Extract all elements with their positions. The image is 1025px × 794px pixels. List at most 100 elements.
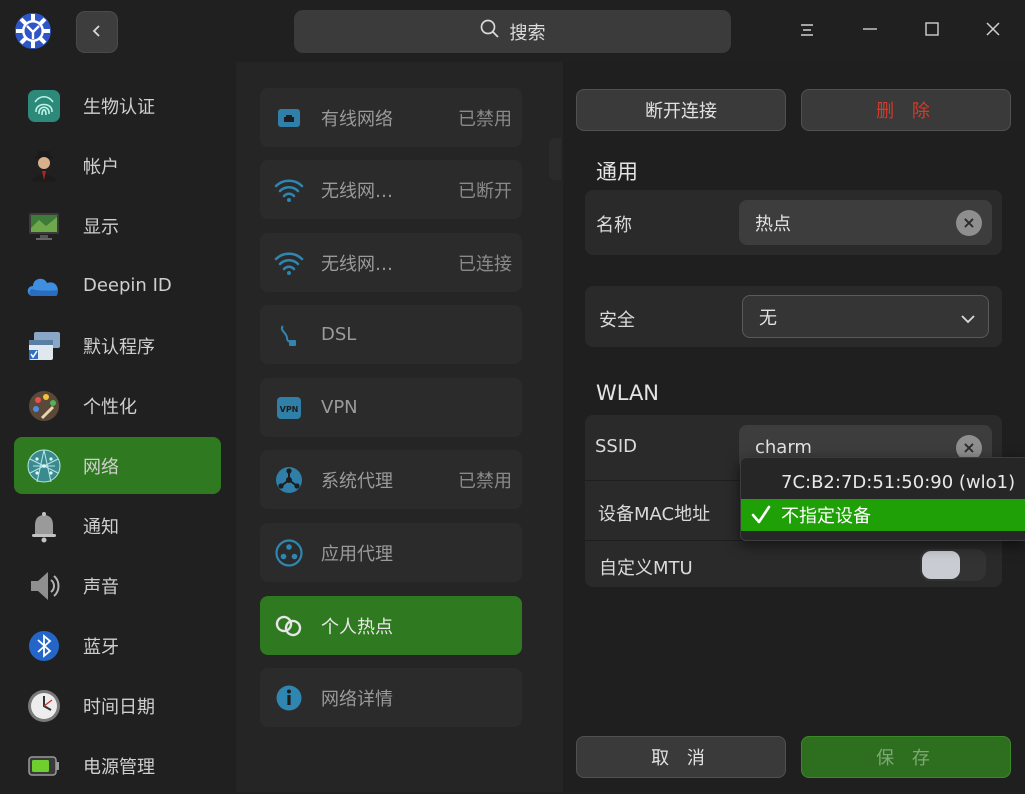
network-item-details[interactable]: 网络详情 <box>260 668 522 727</box>
sidebar-item-deepin-id[interactable]: Deepin ID <box>14 257 221 314</box>
delete-button[interactable]: 删 除 <box>801 89 1011 131</box>
fingerprint-icon <box>24 86 64 126</box>
title-bar: 搜索 <box>0 0 1025 62</box>
sidebar-item-power[interactable]: 电源管理 <box>14 737 221 794</box>
security-label: 安全 <box>599 310 635 331</box>
maximize-icon <box>924 21 940 41</box>
network-item-status: 已禁用 <box>458 470 512 492</box>
network-item-status: 已断开 <box>458 180 512 202</box>
sidebar-item-label: 帐户 <box>83 156 119 178</box>
back-button[interactable] <box>76 11 118 53</box>
mac-address-dropdown: 7C:B2:7D:51:50:90 (wlo1) 不指定设备 <box>740 457 1025 541</box>
hotspot-icon <box>273 610 305 642</box>
battery-icon <box>24 746 64 786</box>
sidebar-item-label: 个性化 <box>83 396 137 418</box>
network-item-label: 个人热点 <box>321 616 393 638</box>
save-button[interactable]: 保 存 <box>801 736 1011 778</box>
account-icon <box>24 146 64 186</box>
speaker-icon <box>24 566 64 606</box>
chevron-left-icon <box>90 23 104 42</box>
network-item-status: 已连接 <box>458 253 512 275</box>
sidebar-item-datetime[interactable]: 时间日期 <box>14 677 221 734</box>
security-select[interactable]: 无 <box>742 295 989 338</box>
mac-option-label: 不指定设备 <box>781 506 871 527</box>
network-item-label: 系统代理 <box>321 470 393 492</box>
svg-text:VPN: VPN <box>280 405 299 414</box>
mtu-label: 自定义MTU <box>599 558 693 579</box>
network-item-wifi-2[interactable]: 无线网… 已连接 <box>260 233 522 292</box>
mtu-toggle[interactable] <box>920 549 986 581</box>
sidebar-item-label: 时间日期 <box>83 696 155 718</box>
minimize-icon <box>862 21 878 41</box>
network-item-vpn[interactable]: VPN VPN <box>260 378 522 437</box>
network-item-status: 已禁用 <box>458 108 512 130</box>
network-item-label: VPN <box>321 397 358 418</box>
sidebar-item-label: 显示 <box>83 216 119 238</box>
sidebar-item-label: 默认程序 <box>83 336 155 358</box>
clock-icon <box>24 686 64 726</box>
sidebar-item-label: 电源管理 <box>83 756 155 778</box>
panel-resize-handle[interactable] <box>549 138 561 180</box>
sidebar-item-default-apps[interactable]: 默认程序 <box>14 317 221 374</box>
sidebar-item-personalization[interactable]: 个性化 <box>14 377 221 434</box>
name-input[interactable]: 热点 × <box>739 200 992 245</box>
sidebar-item-label: 声音 <box>83 576 119 598</box>
network-globe-icon <box>24 446 64 486</box>
mac-label: 设备MAC地址 <box>598 504 711 525</box>
sidebar-item-display[interactable]: 显示 <box>14 197 221 254</box>
name-label: 名称 <box>596 215 632 236</box>
palette-icon <box>24 386 64 426</box>
cloud-icon <box>24 266 64 306</box>
clear-icon[interactable]: × <box>956 209 982 236</box>
network-item-system-proxy[interactable]: 系统代理 已禁用 <box>260 450 522 509</box>
vpn-icon: VPN <box>273 392 305 424</box>
network-item-wifi-1[interactable]: 无线网… 已断开 <box>260 160 522 219</box>
network-item-label: 无线网… <box>321 180 393 202</box>
name-value: 热点 <box>755 213 791 235</box>
search-icon <box>480 19 500 44</box>
security-value: 无 <box>759 307 777 329</box>
network-list: 有线网络 已禁用 无线网… 已断开 无线网… 已连接 DSL VPN VPN 系… <box>236 62 563 792</box>
mac-option-wlo1[interactable]: 7C:B2:7D:51:50:90 (wlo1) <box>741 466 1025 498</box>
sidebar-item-label: 网络 <box>83 456 119 478</box>
network-item-wired[interactable]: 有线网络 已禁用 <box>260 88 522 147</box>
search-box[interactable]: 搜索 <box>294 10 731 53</box>
minimize-button[interactable] <box>855 16 885 46</box>
dsl-icon <box>273 319 305 351</box>
app-proxy-icon <box>273 537 305 569</box>
network-item-label: 应用代理 <box>321 543 393 565</box>
network-item-hotspot[interactable]: 个人热点 <box>260 596 522 655</box>
sidebar: 生物认证 帐户 显示 Deepin ID 默认程序 个性化 网络 通知 声音 蓝… <box>0 62 236 792</box>
network-item-app-proxy[interactable]: 应用代理 <box>260 523 522 582</box>
network-item-label: 无线网… <box>321 253 393 275</box>
close-button[interactable] <box>978 16 1008 46</box>
mac-option-label: 7C:B2:7D:51:50:90 (wlo1) <box>781 471 1016 493</box>
disconnect-button[interactable]: 断开连接 <box>576 89 786 131</box>
cancel-button[interactable]: 取 消 <box>576 736 786 778</box>
bluetooth-icon <box>24 626 64 666</box>
search-label: 搜索 <box>509 22 546 44</box>
sidebar-item-label: 蓝牙 <box>83 636 119 658</box>
sidebar-item-notification[interactable]: 通知 <box>14 497 221 554</box>
display-icon <box>24 206 64 246</box>
mac-option-unspecified[interactable]: 不指定设备 <box>741 499 1025 531</box>
sidebar-item-network[interactable]: 网络 <box>14 437 221 494</box>
sidebar-item-biometric[interactable]: 生物认证 <box>14 77 221 134</box>
chevron-down-icon <box>960 310 976 331</box>
ssid-value: charm <box>755 437 812 458</box>
app-logo-icon <box>14 12 52 50</box>
wired-icon <box>273 102 305 134</box>
ssid-label: SSID <box>595 436 638 457</box>
general-section-title: 通用 <box>596 160 638 184</box>
network-item-dsl[interactable]: DSL <box>260 305 522 364</box>
menu-button[interactable] <box>792 16 822 46</box>
sidebar-item-bluetooth[interactable]: 蓝牙 <box>14 617 221 674</box>
maximize-button[interactable] <box>917 16 947 46</box>
menu-icon <box>800 22 814 41</box>
checkmark-icon <box>741 504 781 526</box>
sidebar-item-sound[interactable]: 声音 <box>14 557 221 614</box>
default-apps-icon <box>24 326 64 366</box>
wlan-section-title: WLAN <box>596 381 660 405</box>
sidebar-item-label: 生物认证 <box>83 96 155 118</box>
sidebar-item-account[interactable]: 帐户 <box>14 137 221 194</box>
